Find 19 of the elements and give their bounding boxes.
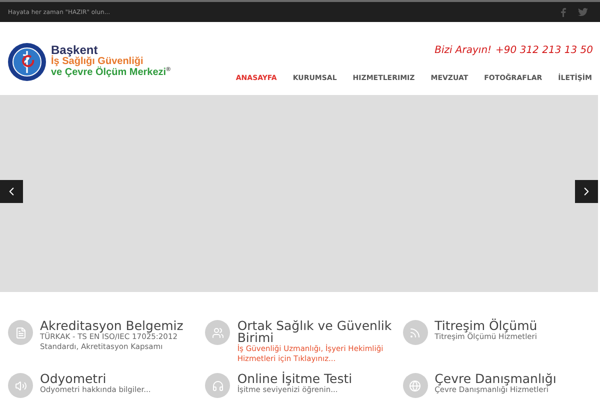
document-icon xyxy=(8,320,33,345)
logo-subtitle: ve Çevre Ölçüm Merkezi xyxy=(51,67,166,78)
feature-title[interactable]: Odyometri xyxy=(40,373,151,385)
logo-emblem-icon xyxy=(7,42,47,82)
feature-title[interactable]: Online İşitme Testi xyxy=(237,373,352,385)
call-label: Bizi Arayın! xyxy=(434,44,492,58)
facebook-icon[interactable] xyxy=(561,8,566,16)
phone-number: +90 312 213 13 50 xyxy=(496,44,593,58)
feature-title[interactable]: Çevre Danışmanlığı xyxy=(434,373,556,385)
users-icon xyxy=(205,320,230,345)
bird-icon[interactable] xyxy=(578,8,588,16)
next-slide-button[interactable] xyxy=(575,180,598,203)
rss-icon xyxy=(402,320,428,345)
logo-subtitle: İş Sağlığı Güvenliği xyxy=(51,56,144,67)
feature-title[interactable]: Ortak Sağlık ve Güvenlik Birimi xyxy=(237,320,395,344)
previous-slide-button[interactable] xyxy=(0,180,23,203)
feature-title[interactable]: Akreditasyon Belgemiz xyxy=(40,320,184,332)
feature-title[interactable]: Titreşim Ölçümü xyxy=(434,320,538,332)
logo-title: Başkent xyxy=(51,45,98,56)
